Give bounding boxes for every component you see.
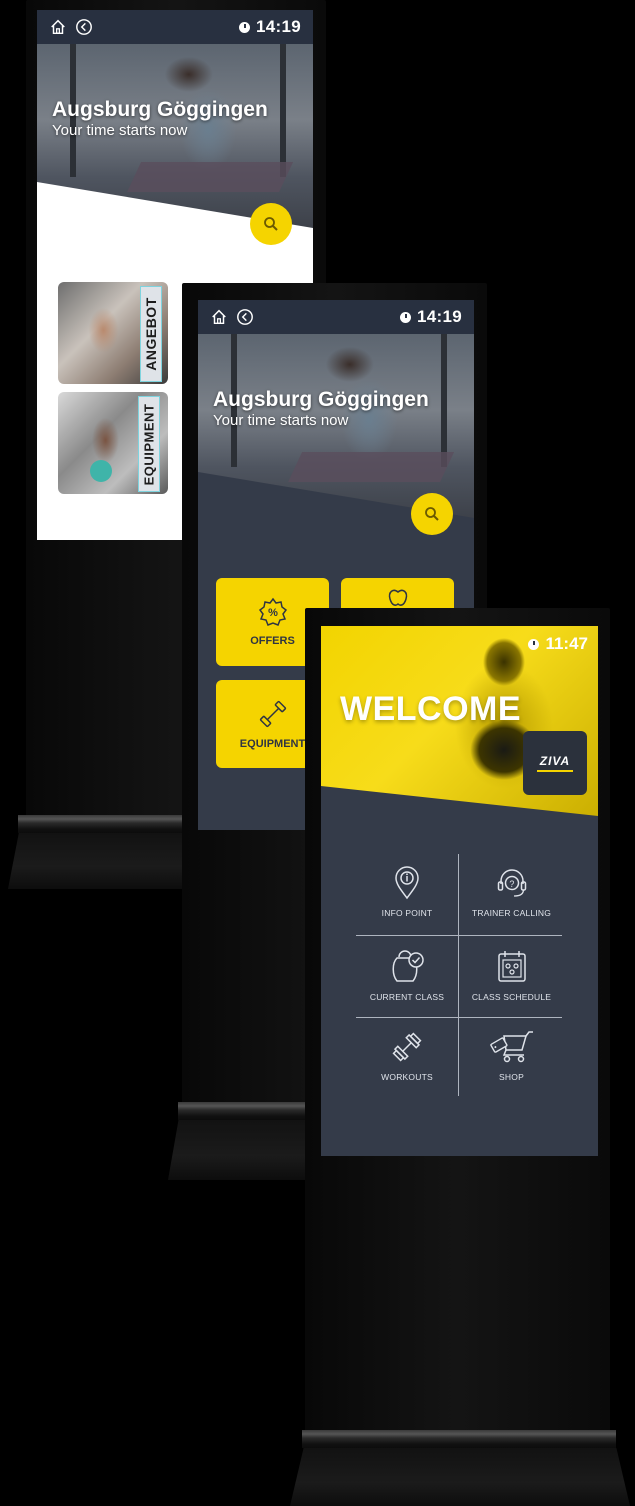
back-kiosk-base	[18, 815, 188, 833]
map-pin-info-icon	[395, 866, 419, 900]
tile-label: EQUIPMENT	[239, 738, 306, 750]
gym-rack	[279, 44, 286, 177]
tagline: Your time starts now	[52, 122, 188, 139]
clock-icon	[239, 21, 251, 33]
cart-icon	[489, 1031, 533, 1063]
menu-class-schedule[interactable]: CLASS SCHEDULE	[459, 948, 564, 1002]
clock: 11:47	[528, 634, 588, 654]
location-title: Augsburg Göggingen	[213, 388, 429, 411]
search-icon	[425, 507, 439, 521]
svg-text:?: ?	[509, 879, 514, 889]
card-label: ANGEBOT	[143, 297, 159, 371]
front-kiosk-base	[302, 1430, 616, 1448]
card-equipment[interactable]: EQUIPMENT	[58, 392, 168, 494]
menu-label: CLASS SCHEDULE	[471, 992, 552, 1002]
athlete-photo	[76, 292, 131, 377]
svg-text:%: %	[268, 607, 278, 619]
middle-kiosk-base	[178, 1102, 318, 1120]
grid-divider-horizontal	[356, 1017, 562, 1018]
home-icon[interactable]	[210, 308, 228, 326]
front-screen: 11:47 WELCOME ZIVA INFO POINT ? TRAINER …	[321, 626, 598, 1156]
card-label-box: EQUIPMENT	[138, 396, 160, 492]
grid-divider-horizontal	[356, 935, 562, 936]
headset-question-icon: ?	[497, 869, 526, 897]
tagline: Your time starts now	[213, 412, 349, 429]
time-label: 14:19	[256, 17, 301, 36]
clock: 14:19	[400, 307, 462, 327]
menu-label: SHOP	[499, 1072, 524, 1082]
status-bar: 14:19	[37, 10, 313, 44]
menu-label: WORKOUTS	[381, 1072, 433, 1082]
search-button[interactable]	[411, 493, 453, 535]
calendar-icon	[497, 951, 526, 982]
home-icon[interactable]	[49, 18, 67, 36]
status-bar: 14:19	[198, 300, 474, 334]
menu-label: CURRENT CLASS	[369, 992, 445, 1002]
tile-label: OFFERS	[250, 635, 295, 647]
back-icon[interactable]	[75, 18, 93, 36]
dumbbell-icon	[392, 1032, 422, 1062]
menu-trainer-calling[interactable]: ? TRAINER CALLING	[459, 866, 564, 918]
dumbbell-icon	[259, 700, 286, 728]
menu-workouts[interactable]: WORKOUTS	[356, 1030, 458, 1082]
search-icon	[264, 217, 278, 231]
clock: 14:19	[239, 17, 301, 37]
menu-info-point[interactable]: INFO POINT	[356, 866, 458, 918]
welcome-title: WELCOME	[340, 690, 522, 728]
time-label: 14:19	[417, 307, 462, 326]
middle-kiosk-foot	[168, 1120, 318, 1180]
menu-label: INFO POINT	[381, 908, 433, 918]
kettlebell-check-icon	[392, 950, 424, 982]
menu-label: TRAINER CALLING	[471, 908, 552, 918]
gym-rack	[440, 334, 447, 467]
search-button[interactable]	[250, 203, 292, 245]
card-angebot[interactable]: ANGEBOT	[58, 282, 168, 384]
back-kiosk-foot	[8, 833, 188, 889]
menu-shop[interactable]: SHOP	[459, 1030, 564, 1082]
card-label: EQUIPMENT	[141, 403, 157, 485]
clock-icon	[528, 638, 540, 650]
back-icon[interactable]	[236, 308, 254, 326]
location-title: Augsburg Göggingen	[52, 98, 268, 121]
kettlebell-photo	[90, 460, 112, 482]
card-label-box: ANGEBOT	[140, 286, 162, 382]
discount-badge-icon: %	[258, 597, 287, 626]
hero-diagonal	[321, 786, 598, 836]
clock-icon	[400, 311, 412, 323]
front-kiosk-foot	[290, 1448, 630, 1506]
time-label: 11:47	[545, 634, 588, 653]
apple-icon	[388, 589, 407, 606]
menu-current-class[interactable]: CURRENT CLASS	[356, 948, 458, 1002]
